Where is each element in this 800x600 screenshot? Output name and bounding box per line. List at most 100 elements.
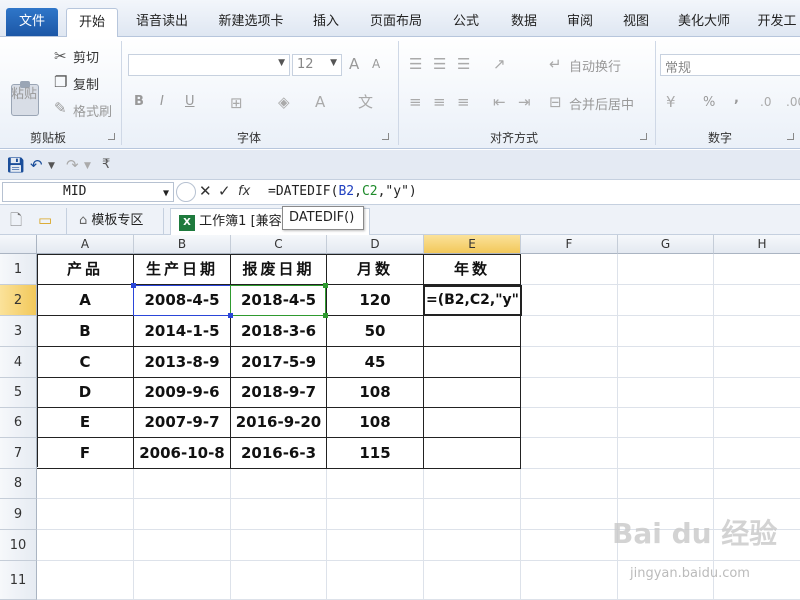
- row-header-10[interactable]: 10: [0, 530, 37, 561]
- cell-c6[interactable]: 2016-9-20: [231, 408, 327, 438]
- phonetic-icon[interactable]: 文: [358, 93, 373, 111]
- row-header-3[interactable]: 3: [0, 316, 37, 347]
- save-icon[interactable]: 💾︎: [6, 156, 25, 174]
- enter-icon[interactable]: ✓: [218, 182, 231, 200]
- cell-h7[interactable]: [714, 438, 800, 469]
- name-box[interactable]: MID ▼: [2, 182, 174, 202]
- cell-a8[interactable]: [37, 469, 134, 499]
- cell-b3[interactable]: 2014-1-5: [134, 316, 231, 347]
- cell-d10[interactable]: [327, 530, 424, 561]
- cell-a6[interactable]: E: [37, 408, 134, 438]
- cell-a11[interactable]: [37, 561, 134, 600]
- cell-f2[interactable]: [521, 285, 618, 316]
- cell-a10[interactable]: [37, 530, 134, 561]
- cell-f11[interactable]: [521, 561, 618, 600]
- cell-c3[interactable]: 2018-3-6: [231, 316, 327, 347]
- column-header-g[interactable]: G: [618, 235, 714, 254]
- cut-button[interactable]: 剪切: [73, 47, 99, 66]
- cell-a9[interactable]: [37, 499, 134, 530]
- cell-e9[interactable]: [424, 499, 521, 530]
- column-header-f[interactable]: F: [521, 235, 618, 254]
- cell-e3[interactable]: [424, 316, 521, 347]
- cell-a7[interactable]: F: [37, 438, 134, 469]
- cell-h3[interactable]: [714, 316, 800, 347]
- font-color-icon[interactable]: A: [315, 93, 325, 111]
- redo-icon[interactable]: ↷: [66, 156, 79, 174]
- cell-d1[interactable]: 月数: [327, 254, 424, 285]
- cancel-icon[interactable]: ✕: [199, 182, 212, 200]
- cell-f8[interactable]: [521, 469, 618, 499]
- row-header-7[interactable]: 7: [0, 438, 37, 469]
- font-launcher-icon[interactable]: [382, 133, 389, 140]
- tab-review[interactable]: 审阅: [556, 8, 604, 37]
- chevron-down-icon[interactable]: ▼: [84, 157, 91, 175]
- customize-qat-icon[interactable]: ₹: [102, 156, 110, 174]
- column-header-b[interactable]: B: [134, 235, 231, 254]
- cell-d9[interactable]: [327, 499, 424, 530]
- cell-b7[interactable]: 2006-10-8: [134, 438, 231, 469]
- tab-beautify[interactable]: 美化大师: [668, 8, 740, 37]
- cell-c9[interactable]: [231, 499, 327, 530]
- cell-c5[interactable]: 2018-9-7: [231, 378, 327, 408]
- cell-b5[interactable]: 2009-9-6: [134, 378, 231, 408]
- underline-button[interactable]: U: [185, 94, 195, 109]
- fill-color-icon[interactable]: ◈: [278, 93, 290, 111]
- format-painter-button[interactable]: 格式刷: [73, 101, 112, 120]
- chevron-down-icon[interactable]: ▼: [163, 185, 169, 203]
- tab-new[interactable]: 新建选项卡: [206, 8, 296, 37]
- cell-b1[interactable]: 生产日期: [134, 254, 231, 285]
- cell-e7[interactable]: [424, 438, 521, 469]
- template-tab[interactable]: ⌂ 模板专区: [66, 208, 164, 235]
- bold-button[interactable]: B: [134, 94, 144, 109]
- cell-e6[interactable]: [424, 408, 521, 438]
- font-name-combo[interactable]: ▼: [128, 54, 290, 76]
- column-header-d[interactable]: D: [327, 235, 424, 254]
- cell-g3[interactable]: [618, 316, 714, 347]
- cell-b4[interactable]: 2013-8-9: [134, 347, 231, 378]
- row-header-11[interactable]: 11: [0, 561, 37, 600]
- cell-e8[interactable]: [424, 469, 521, 499]
- cell-e10[interactable]: [424, 530, 521, 561]
- increase-decimal-icon[interactable]: .0: [760, 93, 771, 111]
- cell-h2[interactable]: [714, 285, 800, 316]
- cell-f6[interactable]: [521, 408, 618, 438]
- orientation-icon[interactable]: ↗: [493, 55, 506, 73]
- shrink-font-button[interactable]: A: [372, 57, 380, 71]
- align-top-icon[interactable]: ☰: [409, 55, 422, 73]
- wrap-text-button[interactable]: 自动换行: [569, 56, 621, 75]
- function-tooltip[interactable]: DATEDIF(): [282, 206, 364, 230]
- cell-g6[interactable]: [618, 408, 714, 438]
- column-header-a[interactable]: A: [37, 235, 134, 254]
- alignment-launcher-icon[interactable]: [640, 133, 647, 140]
- align-left-icon[interactable]: ≡: [409, 93, 422, 111]
- cell-a1[interactable]: 产品: [37, 254, 134, 285]
- cell-h6[interactable]: [714, 408, 800, 438]
- cell-a2[interactable]: A: [37, 285, 134, 316]
- align-right-icon[interactable]: ≡: [457, 93, 470, 111]
- cell-c1[interactable]: 报废日期: [231, 254, 327, 285]
- cell-h1[interactable]: [714, 254, 800, 285]
- grow-font-button[interactable]: A: [349, 55, 359, 73]
- border-icon[interactable]: ⊞: [230, 94, 243, 112]
- cell-g5[interactable]: [618, 378, 714, 408]
- row-header-2[interactable]: 2: [0, 285, 37, 316]
- align-center-icon[interactable]: ≡: [433, 93, 446, 111]
- percent-button[interactable]: %: [703, 95, 715, 110]
- select-all-corner[interactable]: [0, 235, 37, 254]
- insert-function-icon[interactable]: fx: [238, 183, 250, 201]
- cell-h5[interactable]: [714, 378, 800, 408]
- number-launcher-icon[interactable]: [787, 133, 794, 140]
- new-document-icon[interactable]: 🗋︎: [10, 211, 22, 229]
- cell-d3[interactable]: 50: [327, 316, 424, 347]
- cell-b11[interactable]: [134, 561, 231, 600]
- cell-c8[interactable]: [231, 469, 327, 499]
- tab-developer[interactable]: 开发工: [754, 8, 800, 37]
- cell-g1[interactable]: [618, 254, 714, 285]
- cell-g8[interactable]: [618, 469, 714, 499]
- cell-f9[interactable]: [521, 499, 618, 530]
- cell-c7[interactable]: 2016-6-3: [231, 438, 327, 469]
- cell-a4[interactable]: C: [37, 347, 134, 378]
- indent-icon[interactable]: ⇤: [493, 93, 506, 111]
- formula-input[interactable]: =DATEDIF(B2,C2,"y"): [268, 183, 417, 201]
- cell-f3[interactable]: [521, 316, 618, 347]
